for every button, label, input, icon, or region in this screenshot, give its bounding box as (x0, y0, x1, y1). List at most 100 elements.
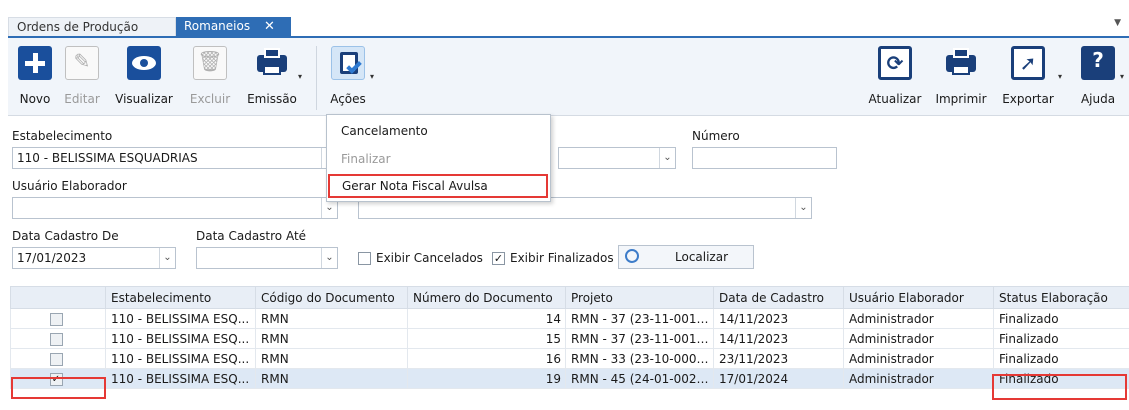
new-button-label: Novo (19, 92, 51, 106)
cell-projeto: RMN - 33 (23-10-0007... (565, 348, 714, 369)
chevron-down-icon[interactable]: ⌄ (659, 148, 675, 168)
exibir-finalizados-label: Exibir Finalizados (510, 251, 614, 265)
chevron-down-icon[interactable]: ⌄ (159, 248, 175, 268)
table-row[interactable]: 110 - BELISSIMA ESQ... RMN 15 RMN - 37 (… (10, 328, 1129, 349)
usuario-elaborador-label: Usuário Elaborador (12, 179, 127, 193)
tab-ordens-de-producao[interactable]: Ordens de Produção (8, 17, 176, 36)
cell-usuario-elaborador: Administrador (843, 368, 994, 389)
secondary-filter-select[interactable]: ⌄ (558, 147, 676, 169)
chevron-down-icon[interactable]: ⌄ (795, 198, 811, 218)
cell-estabelecimento: 110 - BELISSIMA ESQ... (105, 348, 256, 369)
cell-numero-documento: 15 (407, 328, 566, 349)
cell-data-cadastro: 23/11/2023 (713, 348, 844, 369)
column-header-select[interactable] (10, 286, 106, 309)
cell-estabelecimento: 110 - BELISSIMA ESQ... (105, 308, 256, 329)
table-row[interactable]: 110 - BELISSIMA ESQ... RMN 14 RMN - 37 (… (10, 308, 1129, 329)
help-button-label: Ajuda (1080, 92, 1116, 106)
search-icon (625, 249, 639, 263)
tab-label: Ordens de Produção (17, 20, 139, 34)
cell-codigo-documento: RMN (255, 348, 408, 369)
tab-romaneios[interactable]: Romaneios ✕ (176, 17, 291, 36)
cell-status-elaboracao: Finalizado (993, 328, 1129, 349)
row-checkbox[interactable] (49, 312, 63, 326)
row-checkbox[interactable] (49, 352, 63, 366)
refresh-button[interactable]: ⟳ Atualizar (864, 46, 926, 106)
estabelecimento-select[interactable]: 110 - BELISSIMA ESQUADRIAS ⌄ (12, 147, 338, 169)
close-icon[interactable]: ✕ (264, 17, 275, 36)
column-header-projeto[interactable]: Projeto (565, 286, 714, 309)
tab-label: Romaneios (184, 19, 251, 33)
printer-icon (944, 46, 978, 80)
column-header-estabelecimento[interactable]: Estabelecimento (105, 286, 256, 309)
toolbar-separator (316, 46, 317, 110)
row-select-cell[interactable] (10, 328, 106, 349)
column-header-codigo-documento[interactable]: Código do Documento (255, 286, 408, 309)
localizar-button-label: Localizar (675, 250, 729, 264)
view-button[interactable]: Visualizar (108, 46, 180, 106)
data-cadastro-de-picker[interactable]: 17/01/2023 ⌄ (12, 247, 176, 269)
delete-button-label: Excluir (189, 92, 231, 106)
column-header-numero-documento[interactable]: Número do Documento (407, 286, 566, 309)
romaneios-grid: Estabelecimento Código do Documento Núme… (10, 286, 1129, 389)
cell-status-elaboracao: Finalizado (993, 348, 1129, 369)
row-select-cell[interactable] (10, 348, 106, 369)
cell-codigo-documento: RMN (255, 328, 408, 349)
cell-estabelecimento: 110 - BELISSIMA ESQ... (105, 328, 256, 349)
tab-list-dropdown-icon[interactable]: ▼ (1114, 18, 1121, 28)
cell-codigo-documento: RMN (255, 308, 408, 329)
cell-numero-documento: 19 (407, 368, 566, 389)
column-header-data-cadastro[interactable]: Data de Cadastro (713, 286, 844, 309)
localizar-button[interactable]: Localizar (618, 245, 754, 269)
table-row[interactable]: 110 - BELISSIMA ESQ... RMN 16 RMN - 33 (… (10, 348, 1129, 369)
cell-usuario-elaborador: Administrador (843, 348, 994, 369)
print-button[interactable]: Imprimir (930, 46, 992, 106)
eye-icon (127, 46, 161, 80)
chevron-down-icon[interactable]: ▾ (298, 72, 302, 81)
menu-item-cancelamento[interactable]: Cancelamento (327, 119, 550, 143)
chevron-down-icon[interactable]: ▾ (1058, 72, 1062, 81)
delete-button[interactable]: 🗑 Excluir (184, 46, 236, 106)
exibir-finalizados-checkbox[interactable]: ✓ (492, 252, 505, 265)
plus-icon (18, 46, 52, 80)
exibir-cancelados-checkbox[interactable] (358, 252, 371, 265)
numero-input[interactable] (692, 147, 837, 169)
document-tab-strip: Ordens de Produção Romaneios ✕ ▼ (0, 0, 1129, 36)
cell-codigo-documento: RMN (255, 368, 408, 389)
row-checkbox[interactable] (49, 332, 63, 346)
emission-button[interactable]: Emissão (240, 46, 304, 106)
column-header-status-elaboracao[interactable]: Status Elaboração (993, 286, 1129, 309)
chevron-down-icon[interactable]: ▾ (1120, 72, 1124, 81)
export-button-label: Exportar (1002, 92, 1054, 106)
data-cadastro-ate-picker[interactable]: ⌄ (196, 247, 338, 269)
row-select-cell[interactable] (10, 308, 106, 329)
new-button[interactable]: Novo (14, 46, 56, 106)
filter-panel: Estabelecimento 110 - BELISSIMA ESQUADRI… (8, 117, 1129, 283)
cell-status-elaboracao: Finalizado (993, 308, 1129, 329)
clipboard-check-icon (331, 46, 365, 80)
cell-projeto: RMN - 45 (24-01-0020... (565, 368, 714, 389)
actions-dropdown-menu: Cancelamento Finalizar Gerar Nota Fiscal… (326, 114, 551, 202)
cell-data-cadastro: 17/01/2024 (713, 368, 844, 389)
actions-button[interactable]: Ações (324, 46, 372, 106)
export-button[interactable]: ➚ Exportar (998, 46, 1058, 106)
edit-button[interactable]: ✎ Editar (60, 46, 104, 106)
grid-header-row: Estabelecimento Código do Documento Núme… (10, 286, 1129, 309)
view-button-label: Visualizar (115, 92, 173, 106)
refresh-icon: ⟳ (878, 46, 912, 80)
usuario-elaborador-select[interactable]: ⌄ (12, 197, 338, 219)
table-row-selected[interactable]: ✓ 110 - BELISSIMA ESQ... RMN 19 RMN - 45… (10, 368, 1129, 389)
estabelecimento-value: 110 - BELISSIMA ESQUADRIAS (17, 151, 198, 165)
column-header-usuario-elaborador[interactable]: Usuário Elaborador (843, 286, 994, 309)
highlight-selected-checkbox (11, 377, 106, 399)
chevron-down-icon[interactable]: ▾ (370, 72, 374, 81)
data-cadastro-de-label: Data Cadastro De (12, 229, 119, 243)
chevron-down-icon[interactable]: ⌄ (321, 248, 337, 268)
cell-numero-documento: 14 (407, 308, 566, 329)
printer-icon (255, 46, 289, 80)
menu-item-gerar-nota-fiscal-avulsa[interactable]: Gerar Nota Fiscal Avulsa (328, 174, 548, 198)
menu-item-finalizar[interactable]: Finalizar (327, 147, 550, 171)
help-icon: ? (1081, 46, 1115, 80)
ribbon-toolbar: Novo ✎ Editar Visualizar 🗑 Excluir Emiss… (8, 36, 1129, 116)
help-button[interactable]: ? Ajuda (1074, 46, 1122, 106)
edit-button-label: Editar (64, 92, 100, 106)
